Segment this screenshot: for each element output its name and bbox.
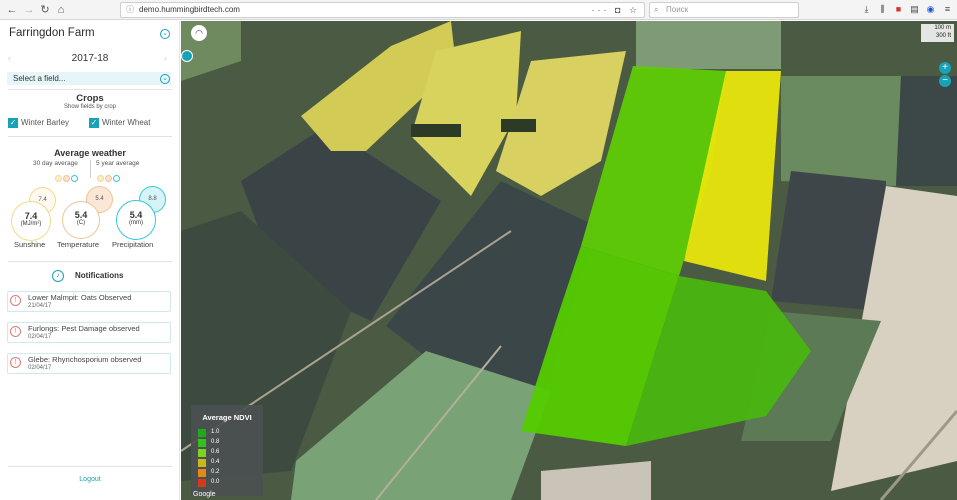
satellite-map	[181, 21, 957, 500]
notification-bell-icon[interactable]: ♪	[52, 270, 64, 282]
home-icon[interactable]: ⌂	[54, 3, 68, 17]
temperature-value: 5.4	[74, 210, 88, 220]
back-icon[interactable]: ←	[5, 3, 19, 17]
sunshine-value: 7.4	[24, 211, 38, 221]
reload-icon[interactable]: ↻	[38, 3, 52, 17]
divider	[8, 89, 172, 90]
search-placeholder: Поиск	[666, 5, 689, 14]
precipitation-unit: (mm)	[129, 220, 143, 226]
crop-label: Winter Wheat	[102, 118, 151, 127]
sidebar-collapse-button[interactable]	[181, 50, 193, 62]
sunshine-label: Sunshine	[14, 240, 46, 249]
notification-title: Furlongs: Pest Damage observed	[28, 324, 140, 333]
download-icon[interactable]: ⤓	[861, 4, 872, 15]
forward-icon[interactable]: →	[22, 3, 36, 17]
divider	[8, 466, 172, 467]
field-select-chevron-icon[interactable]: ⌄	[160, 74, 170, 84]
notifications-title: Notifications	[75, 271, 124, 280]
5-year-legend-dots	[97, 169, 121, 182]
temperature-label: Temperature	[57, 240, 100, 249]
sunshine-unit: (MJ/m²)	[20, 221, 42, 227]
notification-title: Glebe: Rhynchosporium observed	[28, 355, 142, 364]
farm-name: Farringdon Farm	[9, 27, 95, 39]
notification-date: 21/04/17	[28, 303, 52, 309]
notification-date: 02/04/17	[28, 334, 52, 340]
season-label: 2017-18	[71, 53, 109, 64]
crop-filter-winter-wheat[interactable]: ✓ Winter Wheat	[89, 117, 150, 129]
temperature-unit: (C)	[76, 220, 86, 226]
sidebar-toggle-icon[interactable]: ▤	[909, 4, 920, 15]
browser-toolbar: ← → ↻ ⌂ ⓘ demo.hummingbirdtech.com ··· ◘…	[0, 0, 957, 20]
temperature-bubble: 5.4 (C)	[62, 201, 100, 239]
ndvi-legend: Average NDVI 1.0 0.8 0.6 0.4 0.2 0.0	[191, 405, 263, 496]
site-info-icon[interactable]: ⓘ	[126, 3, 134, 17]
wifi-icon[interactable]: ◠	[191, 25, 207, 41]
map-view[interactable]: ◠ 100 m 300 ft − + Average NDVI 1.0 0.8 …	[181, 21, 957, 500]
checkbox-checked-icon[interactable]: ✓	[8, 118, 18, 128]
search-input[interactable]: ⌕ Поиск	[649, 2, 799, 18]
divider	[8, 136, 172, 137]
precipitation-value: 5.4	[129, 210, 143, 220]
crops-title: Crops	[76, 93, 104, 104]
address-url: demo.hummingbirdtech.com	[139, 5, 240, 14]
alert-icon: !	[10, 326, 21, 337]
sidebar: Farringdon Farm ⌄ ‹ 2017-18 › Select a f…	[0, 21, 180, 500]
crops-subtitle: Show fields by crop	[63, 104, 117, 110]
field-select[interactable]: Select a field...	[7, 72, 171, 85]
toggle-30-day-average[interactable]: 30 day average	[33, 160, 78, 167]
menu-icon[interactable]: ≡	[942, 4, 953, 15]
logout-link[interactable]: Logout	[0, 476, 180, 483]
precipitation-bubble: 5.4 (mm)	[116, 200, 156, 240]
divider	[8, 261, 172, 262]
extension-icon[interactable]: ■	[893, 4, 904, 15]
library-icon[interactable]: ⫼	[877, 4, 888, 15]
alert-icon: !	[10, 295, 21, 306]
search-icon: ⌕	[654, 5, 659, 14]
address-bar[interactable]: ⓘ demo.hummingbirdtech.com ··· ◘ ☆	[120, 2, 645, 18]
sunshine-bubble: 7.4 (MJ/m²)	[11, 201, 51, 241]
map-scale: 100 m 300 ft	[921, 24, 954, 42]
checkbox-checked-icon[interactable]: ✓	[89, 118, 99, 128]
crop-filter-winter-barley[interactable]: ✓ Winter Barley	[8, 117, 69, 129]
toggle-5-year-average[interactable]: 5 year average	[96, 160, 139, 167]
toggle-divider	[90, 160, 91, 178]
scale-feet: 300 ft	[935, 33, 951, 39]
scale-meters: 100 m	[934, 25, 951, 31]
zoom-out-button[interactable]: −	[939, 75, 951, 87]
zoom-in-top-button[interactable]: +	[939, 62, 951, 74]
account-icon[interactable]: ◉	[925, 4, 936, 15]
address-bar-actions[interactable]: ··· ◘ ☆	[592, 3, 641, 17]
notification-item[interactable]: ! Lower Malmpit: Oats Observed 21/04/17	[7, 291, 171, 312]
alert-icon: !	[10, 357, 21, 368]
crop-label: Winter Barley	[21, 118, 70, 127]
map-attribution: Google	[193, 491, 216, 498]
notification-title: Lower Malmpit: Oats Observed	[28, 293, 132, 302]
legend-title: Average NDVI	[202, 413, 252, 422]
precipitation-label: Precipitation	[112, 240, 154, 249]
30-day-legend-dots	[55, 169, 79, 182]
weather-title: Average weather	[54, 148, 126, 158]
field-select-value: Select a field...	[13, 74, 66, 83]
notification-item[interactable]: ! Furlongs: Pest Damage observed 02/04/1…	[7, 322, 171, 343]
next-season-icon[interactable]: ›	[164, 53, 167, 63]
notification-date: 02/04/17	[28, 365, 52, 371]
farm-dropdown-chevron-icon[interactable]: ⌄	[160, 29, 170, 39]
notification-item[interactable]: ! Glebe: Rhynchosporium observed 02/04/1…	[7, 353, 171, 374]
